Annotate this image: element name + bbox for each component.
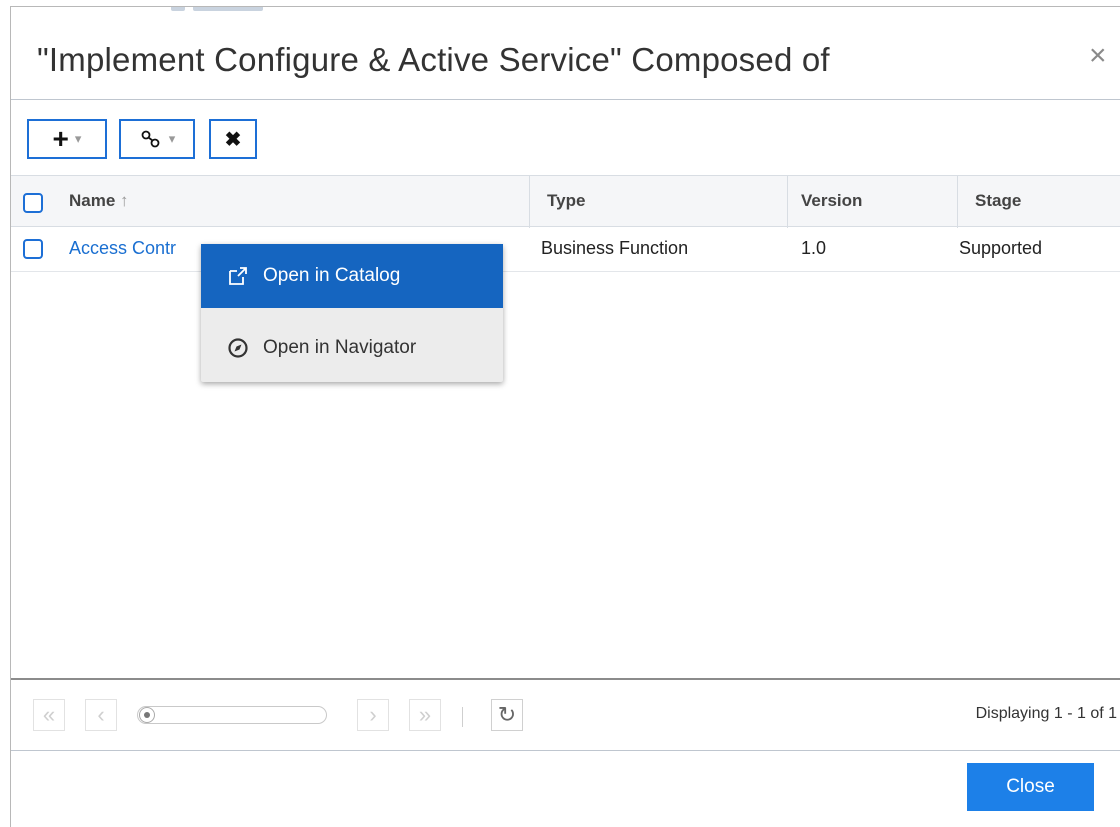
pagination-bar: « ‹ › » ↻ Displaying 1 - 1 of 1 [11,678,1120,751]
close-button[interactable]: Close [967,763,1094,811]
page-slider[interactable] [137,706,327,724]
column-divider[interactable] [529,176,530,228]
column-header-type[interactable]: Type [547,191,585,211]
chevron-right-icon: › [369,702,377,727]
column-divider[interactable] [787,176,788,228]
compass-icon [227,337,249,359]
chevron-left-icon: ‹ [97,702,105,727]
last-page-button[interactable]: » [409,699,441,731]
dialog: "Implement Configure & Active Service" C… [10,6,1120,827]
column-header-name[interactable]: Name ↑ [69,191,129,211]
plus-icon: + [52,123,69,154]
page-slider-thumb[interactable] [139,707,155,723]
refresh-icon: ↻ [497,702,517,727]
refresh-button[interactable]: ↻ [491,699,523,731]
select-all-checkbox[interactable] [23,193,43,213]
link-dropdown-button[interactable]: ▾ [119,119,195,159]
sort-ascending-icon: ↑ [120,191,129,210]
row-name-link[interactable]: Access Contr [69,238,176,259]
remove-button[interactable]: ✖ [209,119,257,159]
column-header-version[interactable]: Version [801,191,862,211]
relations-grid: Name ↑ Type Version Stage Access Contr B… [11,175,1120,678]
paging-status: Displaying 1 - 1 of 1 [975,705,1117,722]
pager-divider [462,707,463,727]
chevron-down-icon: ▾ [74,131,82,146]
chevron-down-icon: ▾ [168,131,176,146]
title-divider [11,99,1120,100]
previous-page-button[interactable]: ‹ [85,699,117,731]
row-checkbox[interactable] [23,239,43,259]
row-version: 1.0 [801,238,827,258]
next-page-button[interactable]: › [357,699,389,731]
column-header-stage[interactable]: Stage [975,191,1021,211]
menu-item-open-in-navigator[interactable]: Open in Navigator [201,316,503,380]
row-type: Business Function [541,238,689,258]
grid-header: Name ↑ Type Version Stage [11,175,1120,228]
menu-item-open-in-catalog[interactable]: Open in Catalog [201,244,503,308]
close-icon[interactable]: × [1089,41,1107,71]
background-ghost [171,7,281,13]
first-page-button[interactable]: « [33,699,65,731]
remove-icon: ✖ [224,128,242,151]
row-stage: Supported [959,238,1043,258]
double-chevron-left-icon: « [42,702,56,727]
external-link-icon [227,265,249,287]
context-menu: Open in Catalog Open in Navigator [201,244,503,382]
add-dropdown-button[interactable]: + ▾ [27,119,107,159]
dialog-title: "Implement Configure & Active Service" C… [37,41,830,78]
column-divider[interactable] [957,176,958,228]
link-icon [139,129,163,149]
table-row[interactable]: Access Contr Business Function 1.0 Suppo… [11,227,1120,272]
double-chevron-right-icon: » [418,702,432,727]
